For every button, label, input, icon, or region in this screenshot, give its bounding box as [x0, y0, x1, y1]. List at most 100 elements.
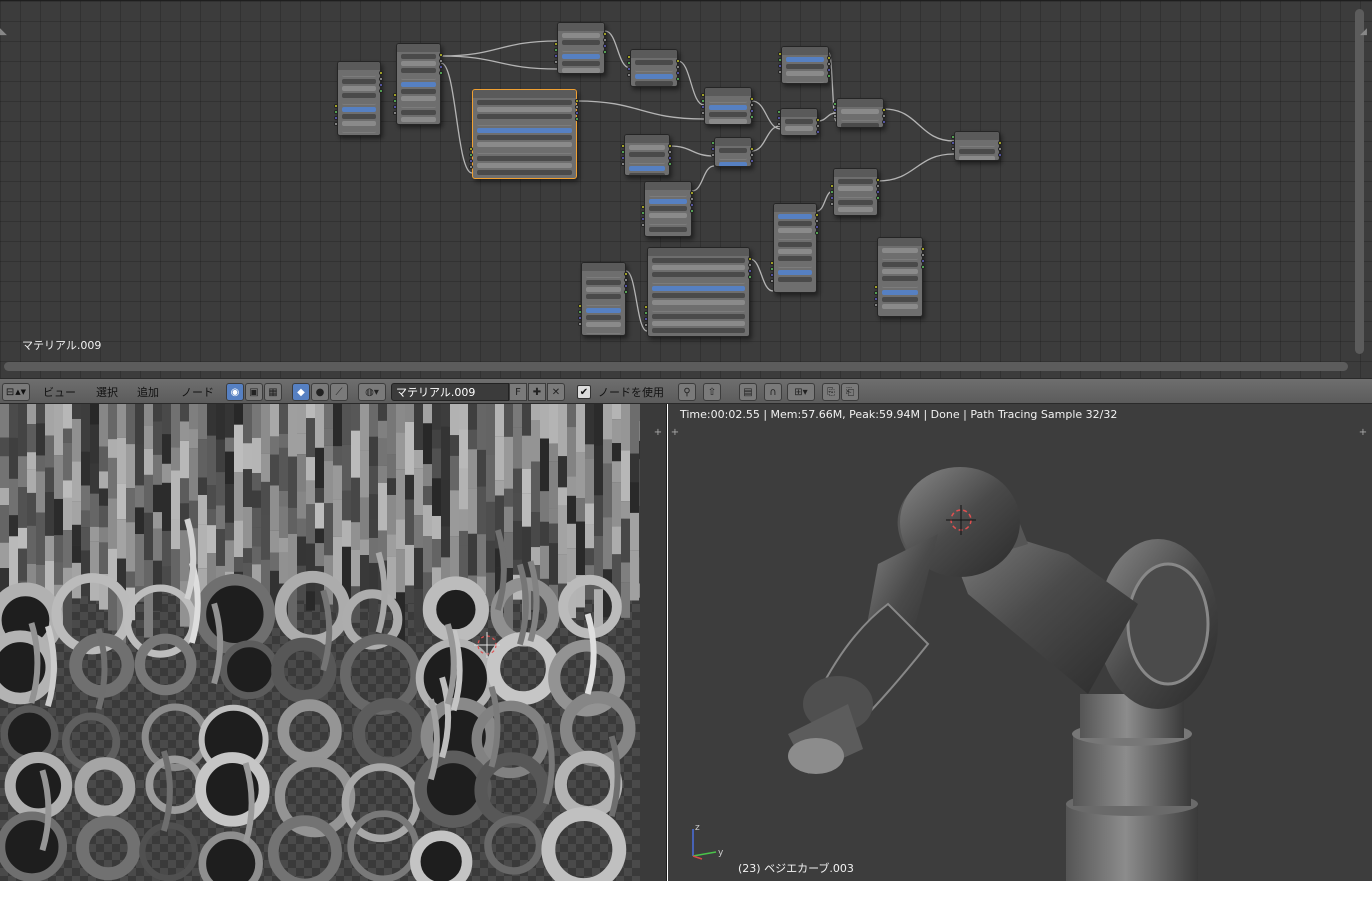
node-header[interactable] [648, 248, 749, 256]
node-field[interactable] [959, 156, 995, 160]
editor-type-selector[interactable]: ⊟ ▲▼ [2, 383, 30, 401]
node-field[interactable] [635, 74, 673, 79]
node-field[interactable] [562, 61, 600, 66]
node-input-socket[interactable] [770, 279, 774, 283]
node-field[interactable] [785, 119, 813, 124]
node-input-socket[interactable] [770, 261, 774, 265]
node-input-socket[interactable] [644, 305, 648, 309]
node-input-socket[interactable] [777, 116, 781, 120]
node-field[interactable] [342, 100, 376, 105]
node-field[interactable] [401, 82, 436, 87]
node-field[interactable] [586, 329, 621, 334]
node-output-socket[interactable] [748, 263, 752, 267]
node-link[interactable] [440, 40, 558, 57]
node-output-socket[interactable] [827, 68, 831, 72]
node-input-socket[interactable] [701, 111, 705, 115]
node-header[interactable] [631, 50, 677, 58]
node-output-socket[interactable] [816, 130, 820, 134]
node-field[interactable] [342, 107, 376, 112]
shader-node[interactable] [624, 134, 670, 176]
node-field[interactable] [652, 328, 745, 333]
node-field[interactable] [652, 286, 745, 291]
node-output-socket[interactable] [876, 178, 880, 182]
node-output-socket[interactable] [921, 259, 925, 263]
shader-node[interactable] [781, 46, 829, 84]
node-header[interactable] [338, 62, 380, 70]
node-field[interactable] [709, 98, 747, 103]
node-input-socket[interactable] [778, 52, 782, 56]
node-output-socket[interactable] [676, 71, 680, 75]
node-input-socket[interactable] [393, 99, 397, 103]
node-field[interactable] [342, 72, 376, 77]
node-field[interactable] [401, 75, 436, 80]
node-field[interactable] [629, 159, 665, 164]
node-input-socket[interactable] [777, 122, 781, 126]
node-field[interactable] [882, 255, 918, 260]
node-field[interactable] [629, 166, 665, 171]
3d-viewport[interactable]: zy Time:00:02.55 | Mem:57.66M, Peak:59.9… [668, 404, 1372, 881]
node-link[interactable] [440, 55, 558, 70]
node-output-socket[interactable] [998, 147, 1002, 151]
node-field[interactable] [401, 110, 436, 115]
parent-node-button[interactable]: ⇧ [703, 383, 721, 401]
node-input-socket[interactable] [770, 273, 774, 277]
node-output-socket[interactable] [748, 275, 752, 279]
node-input-socket[interactable] [641, 211, 645, 215]
node-output-socket[interactable] [575, 99, 579, 103]
unlink-material-button[interactable]: ✕ [547, 383, 565, 401]
node-output-socket[interactable] [827, 56, 831, 60]
node-output-socket[interactable] [668, 150, 672, 154]
node-field[interactable] [401, 117, 436, 122]
node-field[interactable] [586, 308, 621, 313]
region-toggle-plus-icon[interactable]: + [653, 428, 663, 438]
shader-node[interactable] [557, 22, 605, 74]
node-output-socket[interactable] [379, 77, 383, 81]
node-input-socket[interactable] [334, 122, 338, 126]
node-output-socket[interactable] [882, 108, 886, 112]
node-field[interactable] [477, 128, 572, 133]
node-input-socket[interactable] [711, 153, 715, 157]
node-input-socket[interactable] [578, 310, 582, 314]
node-field[interactable] [652, 279, 745, 284]
node-output-socket[interactable] [882, 114, 886, 118]
node-field[interactable] [778, 277, 812, 282]
node-field[interactable] [562, 33, 600, 38]
shader-node[interactable] [780, 108, 818, 136]
node-input-socket[interactable] [334, 116, 338, 120]
node-field[interactable] [719, 148, 747, 153]
node-input-socket[interactable] [951, 141, 955, 145]
node-output-socket[interactable] [998, 141, 1002, 145]
node-output-socket[interactable] [815, 213, 819, 217]
menu-node[interactable]: ノード [181, 383, 214, 401]
node-field[interactable] [778, 256, 812, 261]
menu-select[interactable]: 選択 [96, 383, 118, 401]
node-field[interactable] [786, 64, 824, 69]
material-name-field[interactable]: マテリアル.009 [391, 383, 509, 401]
node-output-socket[interactable] [690, 209, 694, 213]
node-field[interactable] [841, 116, 879, 121]
linestyle-shader-button[interactable]: ⟋ [330, 383, 348, 401]
node-output-socket[interactable] [882, 120, 886, 124]
node-output-socket[interactable] [668, 156, 672, 160]
node-input-socket[interactable] [641, 217, 645, 221]
node-output-socket[interactable] [603, 32, 607, 36]
node-output-socket[interactable] [603, 50, 607, 54]
node-field[interactable] [882, 297, 918, 302]
node-header[interactable] [645, 182, 691, 190]
node-field[interactable] [586, 322, 621, 327]
node-input-socket[interactable] [578, 322, 582, 326]
node-input-socket[interactable] [833, 102, 837, 106]
material-browse-button[interactable]: ◍▾ [358, 383, 386, 401]
node-input-socket[interactable] [469, 153, 473, 157]
node-input-socket[interactable] [641, 223, 645, 227]
node-field[interactable] [786, 71, 824, 76]
node-input-socket[interactable] [641, 205, 645, 209]
node-output-socket[interactable] [379, 83, 383, 87]
node-input-socket[interactable] [627, 73, 631, 77]
node-field[interactable] [342, 114, 376, 119]
node-field[interactable] [838, 186, 873, 191]
shader-node[interactable] [877, 237, 923, 317]
node-link[interactable] [883, 108, 955, 142]
node-field[interactable] [629, 173, 665, 175]
node-input-socket[interactable] [778, 58, 782, 62]
